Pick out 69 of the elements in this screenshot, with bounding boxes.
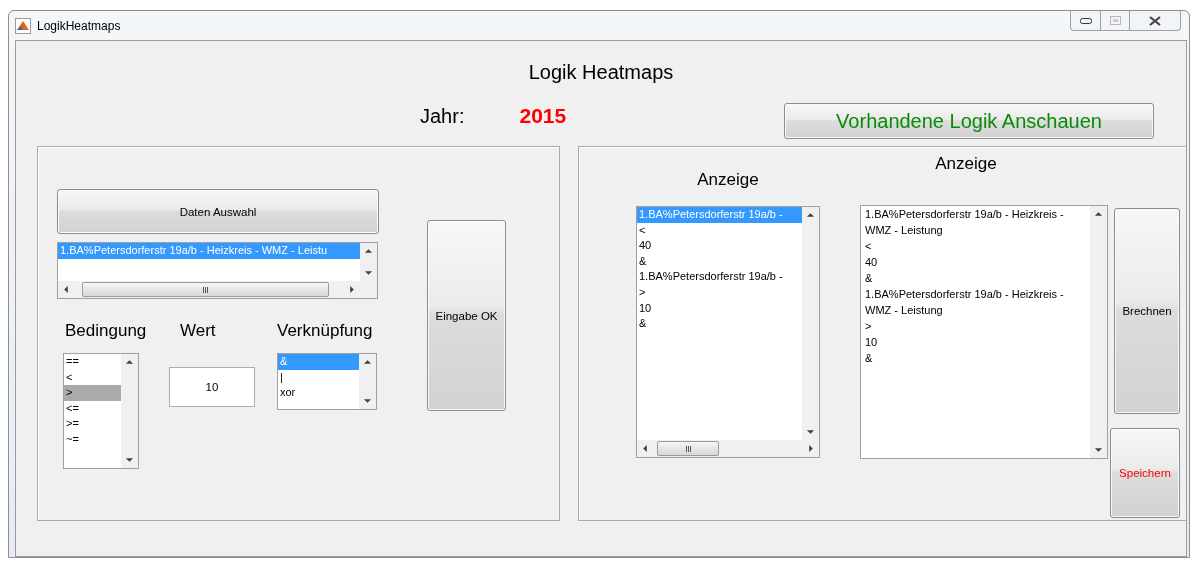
list-item[interactable]: xor bbox=[278, 385, 359, 401]
scroll-down-icon[interactable] bbox=[806, 428, 815, 436]
year-value: 2015 bbox=[519, 103, 567, 129]
list-item[interactable]: 10 bbox=[861, 334, 1090, 350]
window-title: LogikHeatmaps bbox=[37, 18, 121, 33]
maximize-icon bbox=[1109, 16, 1121, 25]
list-box[interactable]: == < > <= >= ~= bbox=[63, 353, 139, 469]
scroll-up-icon[interactable] bbox=[364, 247, 373, 255]
list-item[interactable]: ~= bbox=[64, 431, 121, 448]
scroll-left-icon[interactable] bbox=[62, 285, 70, 294]
list-item[interactable]: <= bbox=[64, 400, 121, 417]
list-item[interactable]: 1.BA%Petersdorferstr 19a/b - Heizkreis - WMZ - Leistung bbox=[861, 206, 1090, 238]
list-item[interactable]: < bbox=[64, 369, 121, 386]
scroll-up-icon[interactable] bbox=[806, 211, 815, 219]
panel-title: Anzeige bbox=[935, 153, 997, 175]
peak-icon bbox=[15, 17, 31, 34]
scroll-down-icon[interactable] bbox=[125, 456, 134, 464]
value-field[interactable]: 10 bbox=[169, 367, 255, 407]
list-item[interactable]: 40 bbox=[861, 254, 1090, 270]
link-label: Verknüpfung bbox=[277, 320, 373, 342]
list-box[interactable]: & | xor bbox=[277, 353, 377, 410]
list-item[interactable]: > bbox=[861, 318, 1090, 334]
list-box[interactable]: 1.BA%Petersdorferstr 19a/b - < 40 & 1.BA%Petersdorferstr 19a/b - > 10 & bbox=[636, 206, 820, 458]
scroll-up-icon[interactable] bbox=[125, 358, 134, 366]
scroll-down-icon[interactable] bbox=[1094, 446, 1103, 454]
heading: Logik Heatmaps bbox=[527, 60, 675, 85]
horizontal-scrollbar[interactable] bbox=[637, 440, 819, 457]
list-item[interactable]: & bbox=[861, 350, 1090, 366]
list-item[interactable]: 10 bbox=[637, 300, 802, 317]
list-item[interactable]: 1.BA%Petersdorferstr 19a/b - bbox=[637, 269, 802, 285]
list-item[interactable]: < bbox=[861, 238, 1090, 254]
condition-label: Bedingung bbox=[65, 320, 147, 342]
minimize-icon bbox=[1079, 17, 1092, 24]
list-item[interactable]: > bbox=[637, 284, 802, 301]
scroll-right-icon[interactable] bbox=[807, 444, 815, 453]
vertical-scrollbar[interactable] bbox=[802, 207, 819, 440]
scroll-up-icon[interactable] bbox=[1094, 210, 1103, 218]
list-item[interactable]: 1.BA%Petersdorferstr 19a/b - Heizkreis - WMZ - Leistung bbox=[861, 286, 1090, 318]
data-select-button[interactable]: Daten Auswahl bbox=[57, 189, 379, 234]
close-icon bbox=[1149, 15, 1161, 26]
confirm-button[interactable]: Eingabe OK bbox=[427, 220, 506, 411]
scroll-left-icon[interactable] bbox=[641, 444, 649, 453]
scroll-down-icon[interactable] bbox=[363, 397, 372, 405]
vertical-scrollbar[interactable] bbox=[1090, 206, 1107, 458]
year-label: Jahr: bbox=[420, 104, 465, 129]
list-item[interactable]: > bbox=[64, 385, 121, 401]
vertical-scrollbar[interactable] bbox=[360, 243, 377, 281]
list-item[interactable]: | bbox=[278, 369, 359, 386]
value-label: Wert bbox=[180, 320, 216, 342]
minimize-button[interactable] bbox=[1070, 11, 1101, 31]
scroll-right-icon[interactable] bbox=[348, 285, 356, 294]
close-button[interactable] bbox=[1130, 11, 1181, 31]
scrollbar-thumb[interactable] bbox=[657, 441, 719, 456]
list-item[interactable]: 40 bbox=[637, 238, 802, 254]
scrollbar-thumb[interactable] bbox=[82, 282, 329, 297]
list-item[interactable]: & bbox=[637, 253, 802, 270]
list-title: Anzeige bbox=[697, 169, 759, 191]
list-item[interactable]: >= bbox=[64, 416, 121, 432]
scroll-down-icon[interactable] bbox=[364, 269, 373, 277]
vertical-scrollbar[interactable] bbox=[359, 354, 376, 409]
scroll-up-icon[interactable] bbox=[363, 358, 372, 366]
horizontal-scrollbar[interactable] bbox=[58, 281, 377, 298]
list-item[interactable]: < bbox=[637, 222, 802, 239]
list-box[interactable]: 1.BA%Petersdorferstr 19a/b - Heizkreis - WMZ - Leistung < 40 & 1.BA%Petersdorferstr 19a/b - Heizkreis - WMZ - Leistung > 10 & bbox=[860, 205, 1108, 459]
list-item[interactable]: & bbox=[861, 270, 1090, 286]
calculate-button[interactable]: Brechnen bbox=[1114, 208, 1180, 414]
list-item[interactable]: == bbox=[64, 354, 121, 370]
list-item[interactable]: & bbox=[637, 316, 802, 332]
vertical-scrollbar[interactable] bbox=[121, 354, 138, 468]
